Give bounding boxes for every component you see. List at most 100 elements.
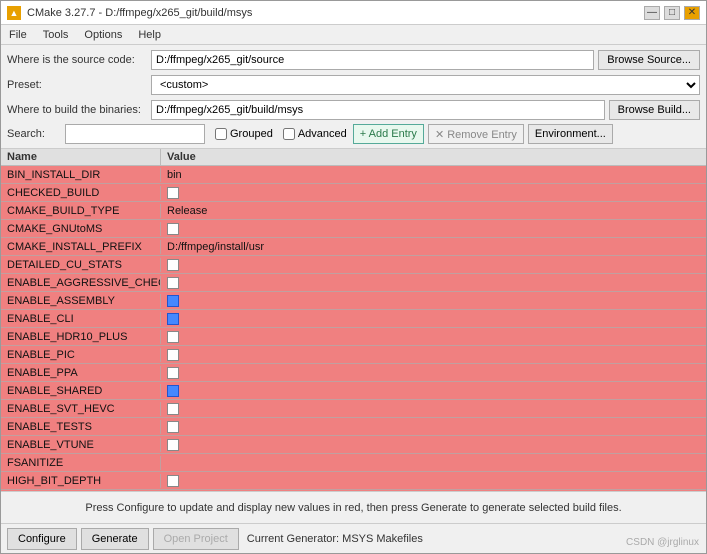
row-value xyxy=(161,348,706,362)
configure-button[interactable]: Configure xyxy=(7,528,77,550)
menu-file[interactable]: File xyxy=(5,28,31,42)
table-row[interactable]: CMAKE_BUILD_TYPERelease xyxy=(1,202,706,220)
table-row[interactable]: ENABLE_TESTS xyxy=(1,418,706,436)
row-checkbox[interactable] xyxy=(167,349,179,361)
row-name: CMAKE_BUILD_TYPE xyxy=(1,204,161,218)
row-name: ENABLE_ASSEMBLY xyxy=(1,294,161,308)
row-checkbox[interactable] xyxy=(167,403,179,415)
source-input[interactable] xyxy=(151,50,594,70)
name-column-header: Name xyxy=(1,149,161,165)
row-name: BIN_INSTALL_DIR xyxy=(1,168,161,182)
table-row[interactable]: ENABLE_ASSEMBLY xyxy=(1,292,706,310)
status-bar: Press Configure to update and display ne… xyxy=(1,491,706,523)
bottom-bar: Configure Generate Open Project Current … xyxy=(1,523,706,553)
row-value xyxy=(161,330,706,344)
open-project-button[interactable]: Open Project xyxy=(153,528,239,550)
row-name: ENABLE_TESTS xyxy=(1,420,161,434)
grouped-checkbox[interactable] xyxy=(215,128,227,140)
row-checkbox[interactable] xyxy=(167,277,179,289)
title-bar: ▲ CMake 3.27.7 - D:/ffmpeg/x265_git/buil… xyxy=(1,1,706,25)
row-checkbox[interactable] xyxy=(167,295,179,307)
watermark: CSDN @jrglinux xyxy=(626,537,699,548)
row-value: Release xyxy=(161,204,706,218)
table-row[interactable]: HIGH_BIT_DEPTH xyxy=(1,472,706,490)
build-input[interactable] xyxy=(151,100,605,120)
row-name: ENABLE_VTUNE xyxy=(1,438,161,452)
table-row[interactable]: ENABLE_AGGRESSIVE_CHECKS xyxy=(1,274,706,292)
add-entry-button[interactable]: + Add Entry xyxy=(353,124,424,144)
row-value xyxy=(161,438,706,452)
menu-tools[interactable]: Tools xyxy=(39,28,73,42)
row-name: ENABLE_SVT_HEVC xyxy=(1,402,161,416)
window-title: CMake 3.27.7 - D:/ffmpeg/x265_git/build/… xyxy=(27,7,252,19)
row-checkbox[interactable] xyxy=(167,475,179,487)
title-bar-left: ▲ CMake 3.27.7 - D:/ffmpeg/x265_git/buil… xyxy=(7,6,252,20)
table-row[interactable]: CMAKE_GNUtoMS xyxy=(1,220,706,238)
row-value xyxy=(161,366,706,380)
table-row[interactable]: ENABLE_SVT_HEVC xyxy=(1,400,706,418)
value-column-header: Value xyxy=(161,149,706,165)
row-name: FSANITIZE xyxy=(1,456,161,470)
grouped-label: Grouped xyxy=(230,128,273,140)
browse-source-button[interactable]: Browse Source... xyxy=(598,50,700,70)
maximize-button[interactable]: □ xyxy=(664,6,680,20)
advanced-label: Advanced xyxy=(298,128,347,140)
row-value xyxy=(161,294,706,308)
preset-select[interactable]: <custom> xyxy=(151,75,700,95)
title-controls: — □ ✕ xyxy=(644,6,700,20)
remove-entry-button[interactable]: ✕ Remove Entry xyxy=(428,124,524,144)
advanced-checkbox[interactable] xyxy=(283,128,295,140)
row-checkbox[interactable] xyxy=(167,313,179,325)
menu-help[interactable]: Help xyxy=(134,28,165,42)
row-name: ENABLE_AGGRESSIVE_CHECKS xyxy=(1,276,161,290)
environment-button[interactable]: Environment... xyxy=(528,124,613,144)
search-row: Search: Grouped Advanced + Add Entry ✕ R… xyxy=(7,124,700,144)
row-name: ENABLE_HDR10_PLUS xyxy=(1,330,161,344)
row-name: CHECKED_BUILD xyxy=(1,186,161,200)
row-name: ENABLE_PIC xyxy=(1,348,161,362)
table-row[interactable]: ENABLE_PPA xyxy=(1,364,706,382)
table-row[interactable]: ENABLE_VTUNE xyxy=(1,436,706,454)
row-checkbox[interactable] xyxy=(167,331,179,343)
table-row[interactable]: ENABLE_PIC xyxy=(1,346,706,364)
close-button[interactable]: ✕ xyxy=(684,6,700,20)
table-row[interactable]: BIN_INSTALL_DIRbin xyxy=(1,166,706,184)
source-label: Where is the source code: xyxy=(7,54,147,66)
row-value: D:/ffmpeg/install/usr xyxy=(161,240,706,254)
row-name: ENABLE_PPA xyxy=(1,366,161,380)
table-row[interactable]: ENABLE_CLI xyxy=(1,310,706,328)
row-checkbox[interactable] xyxy=(167,439,179,451)
search-input[interactable] xyxy=(65,124,205,144)
row-checkbox[interactable] xyxy=(167,421,179,433)
row-checkbox[interactable] xyxy=(167,187,179,199)
row-checkbox[interactable] xyxy=(167,367,179,379)
row-value xyxy=(161,276,706,290)
menu-options[interactable]: Options xyxy=(80,28,126,42)
table-row[interactable]: CMAKE_INSTALL_PREFIXD:/ffmpeg/install/us… xyxy=(1,238,706,256)
row-checkbox[interactable] xyxy=(167,259,179,271)
browse-build-button[interactable]: Browse Build... xyxy=(609,100,700,120)
table-row[interactable]: ENABLE_SHARED xyxy=(1,382,706,400)
row-checkbox[interactable] xyxy=(167,385,179,397)
advanced-checkbox-label[interactable]: Advanced xyxy=(283,128,347,140)
status-text: Press Configure to update and display ne… xyxy=(85,502,621,514)
minimize-button[interactable]: — xyxy=(644,6,660,20)
grouped-checkbox-label[interactable]: Grouped xyxy=(215,128,273,140)
source-row: Where is the source code: Browse Source.… xyxy=(7,49,700,71)
table-row[interactable]: DETAILED_CU_STATS xyxy=(1,256,706,274)
table-row[interactable]: ENABLE_HDR10_PLUS xyxy=(1,328,706,346)
row-checkbox[interactable] xyxy=(167,223,179,235)
generator-text: Current Generator: MSYS Makefiles xyxy=(247,533,423,545)
menubar: File Tools Options Help xyxy=(1,25,706,45)
row-name: DETAILED_CU_STATS xyxy=(1,258,161,272)
search-label: Search: xyxy=(7,128,59,140)
generate-button[interactable]: Generate xyxy=(81,528,149,550)
main-window: ▲ CMake 3.27.7 - D:/ffmpeg/x265_git/buil… xyxy=(0,0,707,554)
row-value xyxy=(161,258,706,272)
action-buttons: + Add Entry ✕ Remove Entry Environment..… xyxy=(353,124,613,144)
table-row[interactable]: FSANITIZE xyxy=(1,454,706,472)
row-name: CMAKE_GNUtoMS xyxy=(1,222,161,236)
row-name: ENABLE_CLI xyxy=(1,312,161,326)
build-label: Where to build the binaries: xyxy=(7,104,147,116)
table-row[interactable]: CHECKED_BUILD xyxy=(1,184,706,202)
